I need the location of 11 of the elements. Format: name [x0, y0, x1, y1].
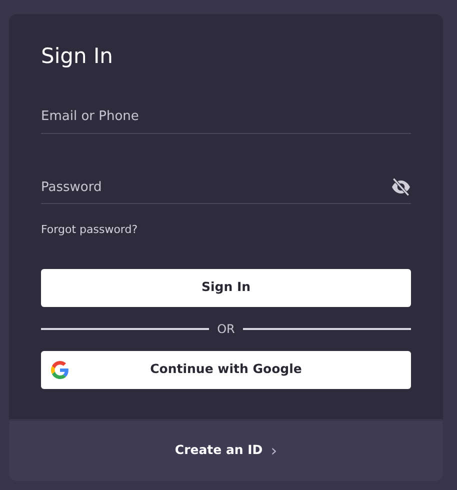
google-icon — [51, 360, 69, 379]
email-or-phone-field[interactable]: Email or Phone — [41, 107, 411, 133]
form-title: Sign In — [41, 44, 114, 70]
google-button[interactable]: Continue with Google — [41, 350, 411, 389]
forgot-password-link[interactable]: Forgot password? — [41, 222, 138, 239]
chevron-icon: › — [270, 438, 278, 463]
divider-label: OR — [217, 320, 235, 338]
password-field[interactable]: Password — [41, 178, 391, 204]
eye-slash-icon[interactable] — [391, 178, 411, 196]
sign-in-button[interactable]: Sign In — [41, 268, 411, 307]
create-id-link[interactable]: Create an ID — [174, 441, 263, 460]
